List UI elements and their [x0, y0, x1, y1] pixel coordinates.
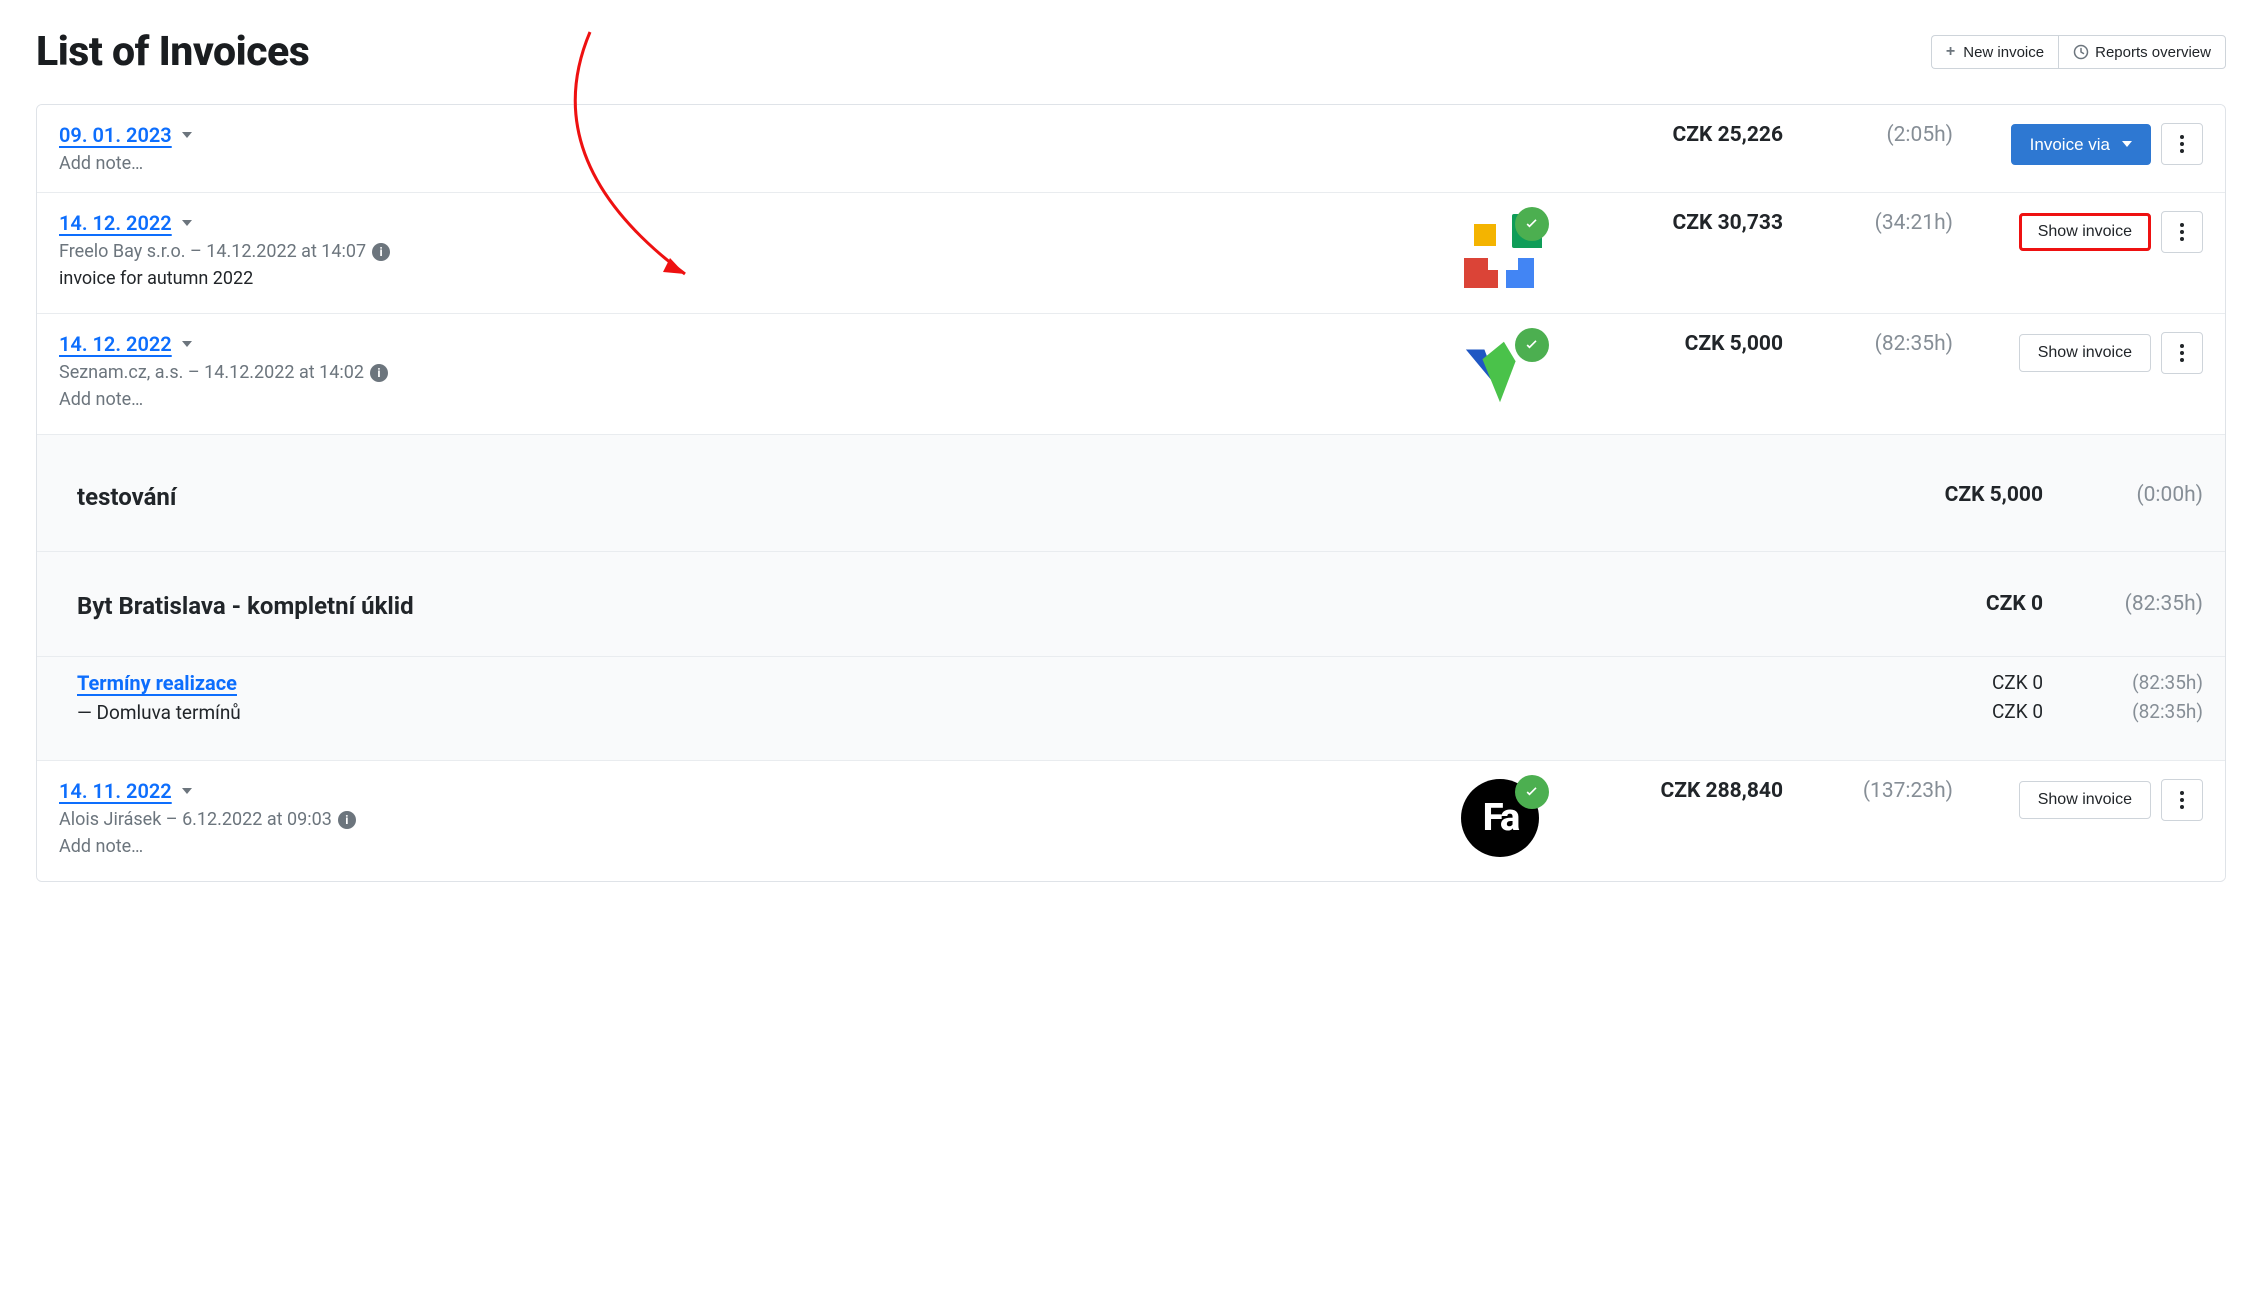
more-actions-button[interactable]	[2161, 779, 2203, 821]
caret-down-icon	[182, 220, 192, 226]
invoice-row: 14. 11. 2022 Alois Jirásek – 6.12.2022 a…	[37, 761, 2225, 881]
info-icon[interactable]: i	[338, 811, 356, 829]
clock-icon	[2073, 44, 2089, 60]
invoice-date-link[interactable]: 14. 12. 2022	[59, 332, 192, 356]
check-badge-icon	[1515, 207, 1549, 241]
caret-down-icon	[182, 341, 192, 347]
invoice-list: 09. 01. 2023 Add note… CZK 25,226 (2:05h…	[36, 104, 2226, 882]
invoice-date-link[interactable]: 09. 01. 2023	[59, 123, 192, 147]
invoice-amount: CZK 288,840	[1583, 779, 1783, 803]
group-time: (0:00h)	[2073, 483, 2203, 507]
show-invoice-button[interactable]: Show invoice	[2019, 334, 2151, 372]
invoice-via-button[interactable]: Invoice via	[2011, 124, 2151, 165]
task-row: Termíny realizace — Domluva termínů CZK …	[37, 657, 2225, 761]
invoice-row: 14. 12. 2022 Seznam.cz, a.s. – 14.12.202…	[37, 314, 2225, 435]
page-title: List of Invoices	[36, 28, 309, 76]
caret-down-icon	[182, 788, 192, 794]
project-amount: CZK 0	[1643, 592, 2043, 616]
invoice-description: invoice for autumn 2022	[59, 268, 1423, 289]
invoice-time: (34:21h)	[1803, 211, 1953, 235]
invoice-date-link[interactable]: 14. 12. 2022	[59, 211, 192, 235]
service-logo-freelo	[1461, 211, 1545, 295]
more-actions-button[interactable]	[2161, 211, 2203, 253]
add-note[interactable]: Add note…	[59, 389, 1423, 410]
check-badge-icon	[1515, 328, 1549, 362]
add-note[interactable]: Add note…	[59, 153, 1423, 174]
invoice-row: 09. 01. 2023 Add note… CZK 25,226 (2:05h…	[37, 105, 2225, 193]
more-actions-button[interactable]	[2161, 123, 2203, 165]
project-time: (82:35h)	[2073, 592, 2203, 616]
add-note[interactable]: Add note…	[59, 836, 1423, 857]
group-header-row: testování CZK 5,000 (0:00h)	[37, 435, 2225, 552]
service-logo-v	[1461, 332, 1545, 416]
caret-down-icon	[2122, 141, 2132, 147]
invoice-row: 14. 12. 2022 Freelo Bay s.r.o. – 14.12.2…	[37, 193, 2225, 314]
invoice-time: (2:05h)	[1803, 123, 1953, 147]
project-row: Byt Bratislava - kompletní úklid CZK 0 (…	[37, 552, 2225, 657]
project-title: Byt Bratislava - kompletní úklid	[77, 592, 414, 620]
show-invoice-button[interactable]: Show invoice	[2019, 213, 2151, 251]
more-actions-button[interactable]	[2161, 332, 2203, 374]
task-amount: CZK 0	[1643, 671, 2043, 694]
task-amount: CZK 0	[1643, 700, 2043, 723]
show-invoice-button[interactable]: Show invoice	[2019, 781, 2151, 819]
invoice-amount: CZK 30,733	[1583, 211, 1783, 235]
invoice-amount: CZK 25,226	[1583, 123, 1783, 147]
invoice-meta: Alois Jirásek – 6.12.2022 at 09:03 i	[59, 809, 1423, 830]
info-icon[interactable]: i	[370, 364, 388, 382]
task-time: (82:35h)	[2073, 700, 2203, 723]
invoice-amount: CZK 5,000	[1583, 332, 1783, 356]
task-time: (82:35h)	[2073, 671, 2203, 694]
check-badge-icon	[1515, 775, 1549, 809]
invoice-date-link[interactable]: 14. 11. 2022	[59, 779, 192, 803]
new-invoice-button[interactable]: New invoice	[1931, 35, 2058, 69]
info-icon[interactable]: i	[372, 243, 390, 261]
invoice-meta: Seznam.cz, a.s. – 14.12.2022 at 14:02 i	[59, 362, 1423, 383]
plus-icon	[1946, 44, 1957, 60]
task-link[interactable]: Termíny realizace	[77, 671, 237, 695]
group-title: testování	[77, 483, 176, 511]
invoice-time: (137:23h)	[1803, 779, 1953, 803]
reports-overview-button[interactable]: Reports overview	[2058, 35, 2226, 69]
service-logo-fa: Fa	[1461, 779, 1545, 863]
caret-down-icon	[182, 132, 192, 138]
task-subline: — Domluva termínů	[77, 701, 1623, 724]
invoice-meta: Freelo Bay s.r.o. – 14.12.2022 at 14:07 …	[59, 241, 1423, 262]
group-amount: CZK 5,000	[1643, 483, 2043, 507]
invoice-time: (82:35h)	[1803, 332, 1953, 356]
